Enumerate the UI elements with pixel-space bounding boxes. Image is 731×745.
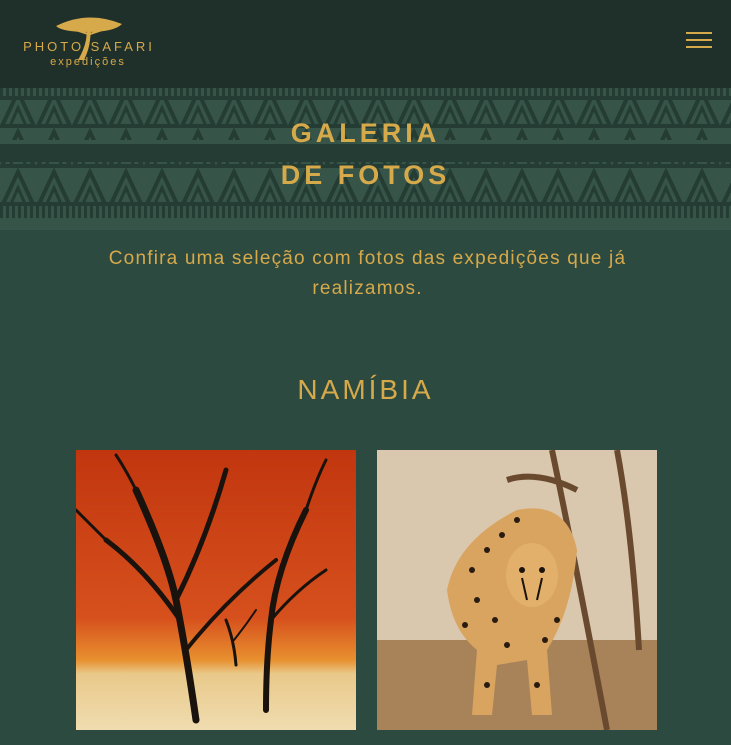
intro-text: Confira uma seleção com fotos das expedi… [108, 248, 627, 299]
logo-title: PHOTO SAFARI [23, 39, 155, 54]
page-title-line2: DE FOTOS [280, 160, 451, 190]
gallery-photo[interactable] [76, 450, 356, 730]
gallery-photo[interactable] [377, 450, 657, 730]
gallery-banner: GALERIA DE FOTOS [0, 88, 731, 230]
dead-trees-photo [76, 450, 356, 730]
section-title: NAMÍBIA [297, 374, 434, 405]
logo[interactable]: PHOTO SAFARI expedições [18, 10, 158, 72]
site-header: PHOTO SAFARI expedições [0, 0, 731, 88]
cheetah-photo [377, 450, 657, 730]
tribal-pattern [0, 88, 731, 218]
page-title-line1: GALERIA [290, 118, 441, 148]
logo-subtitle: expedições [50, 56, 126, 68]
hamburger-menu-icon[interactable] [686, 30, 712, 50]
